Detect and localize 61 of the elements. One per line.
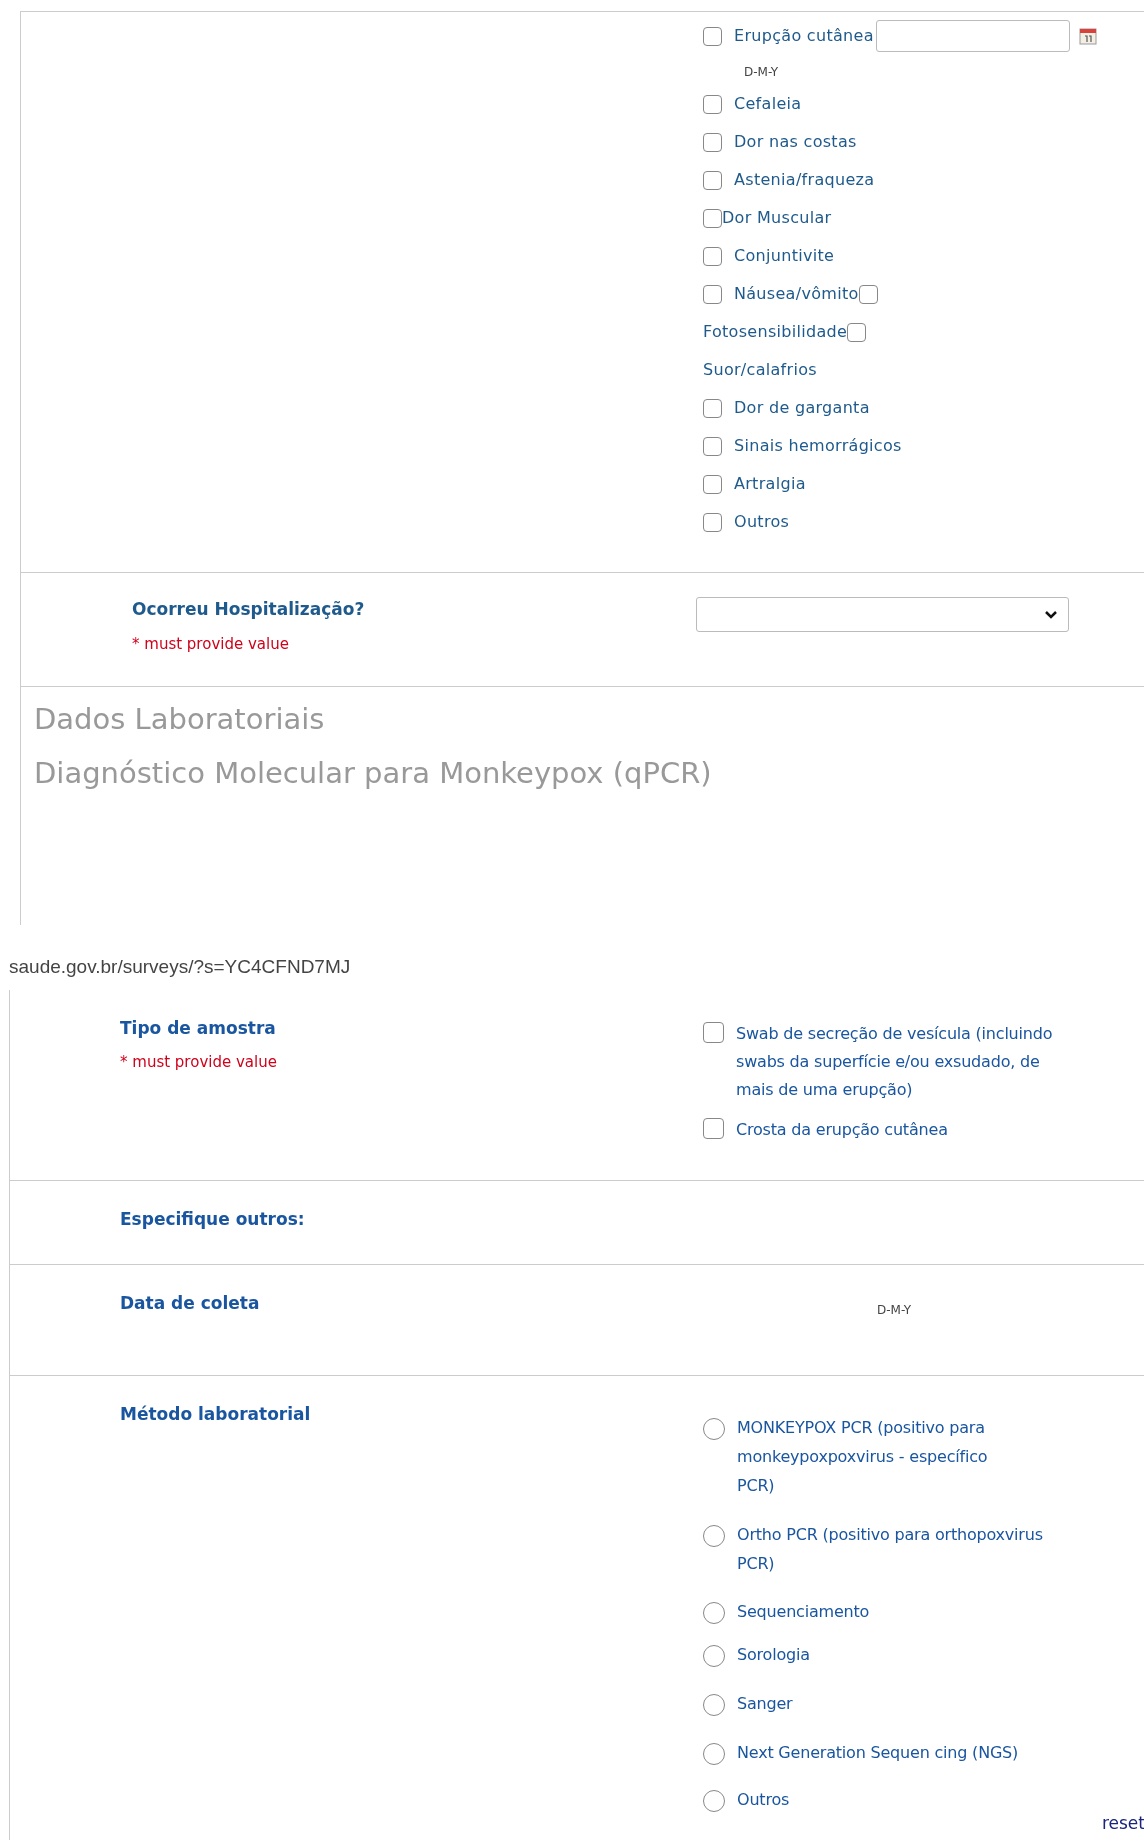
radio-label: MONKEYPOX PCR (positivo para monkeypoxpoxvirus - específico PCR) [737,1416,988,1497]
date-format-hint: D-M-Y [877,1301,912,1319]
calendar-icon[interactable] [1077,26,1098,46]
checkbox[interactable] [703,1021,724,1043]
checkbox[interactable] [703,474,722,494]
section-title: Dados Laboratoriais [34,701,325,738]
radio-button[interactable] [703,1789,725,1812]
checkbox[interactable] [703,94,722,114]
checkbox-label: Dor Muscular [722,207,832,229]
checkbox-label: Dor de garganta [734,397,870,419]
chevron-down-icon [1044,609,1058,620]
reset-link[interactable]: reset [1101,1811,1144,1837]
checkbox[interactable] [703,512,722,532]
radio-label: Sorologia [737,1643,810,1666]
checkbox[interactable] [703,26,722,46]
checkbox-label: Erupção cutânea [734,25,874,47]
checkbox[interactable] [703,284,722,304]
radio-label: Outros [737,1788,790,1811]
radio-button[interactable] [703,1525,725,1548]
checkbox-label: Swab de secreção de vesícula (incluindo swabs da superfície e/ou exsudado, de mais de uma erupção) [736,1022,1053,1101]
page-url: saude.gov.br/surveys/?s=YC4CFND7MJ [9,955,351,979]
section-title: Diagnóstico Molecular para Monkeypox (qPCR) [34,755,712,792]
radio-button[interactable] [703,1693,725,1716]
checkbox[interactable] [847,322,867,342]
radio-button[interactable] [703,1644,725,1667]
radio-button[interactable] [703,1417,725,1440]
checkbox[interactable] [703,132,722,152]
checkbox[interactable] [703,170,722,190]
checkbox-label: Crosta da erupção cutânea [736,1118,948,1141]
checkbox[interactable] [858,284,878,304]
checkbox-label: Suor/calafrios [703,359,817,381]
question-label: Método laboratorial [120,1402,311,1426]
checkbox-label: Astenia/fraqueza [734,169,875,191]
checkbox-label: Fotosensibilidade [703,321,848,343]
radio-button[interactable] [703,1742,725,1765]
checkbox[interactable] [703,208,722,228]
radio-label: Sanger [737,1692,793,1715]
checkbox[interactable] [703,246,722,266]
checkbox-label: Sinais hemorrágicos [734,435,902,457]
radio-label: Next Generation Sequen cing (NGS) [737,1741,1019,1764]
date-field[interactable] [875,20,1070,52]
error-text: * must provide value [132,633,289,655]
date-format-hint: D-M-Y [744,65,779,79]
dropdown[interactable] [696,597,1069,632]
error-text: * must provide value [120,1052,277,1073]
radio-button[interactable] [703,1601,725,1624]
checkbox-label: Artralgia [734,473,806,495]
checkbox-label: Náusea/vômito [734,283,859,305]
question-label: Data de coleta [120,1291,260,1315]
question-label: Especifique outros: [120,1207,305,1231]
checkbox-label: Conjuntivite [734,245,835,267]
radio-label: Ortho PCR (positivo para orthopoxvirus PCR) [737,1524,1043,1576]
checkbox[interactable] [703,436,722,456]
question-label: Tipo de amostra [120,1016,276,1040]
checkbox-label: Dor nas costas [734,131,857,153]
checkbox-label: Outros [734,511,790,533]
checkbox[interactable] [703,398,722,418]
checkbox-label: Cefaleia [734,93,802,115]
radio-label: Sequenciamento [737,1600,870,1623]
question-label: Ocorreu Hospitalização? [132,598,365,621]
checkbox[interactable] [703,1117,724,1139]
